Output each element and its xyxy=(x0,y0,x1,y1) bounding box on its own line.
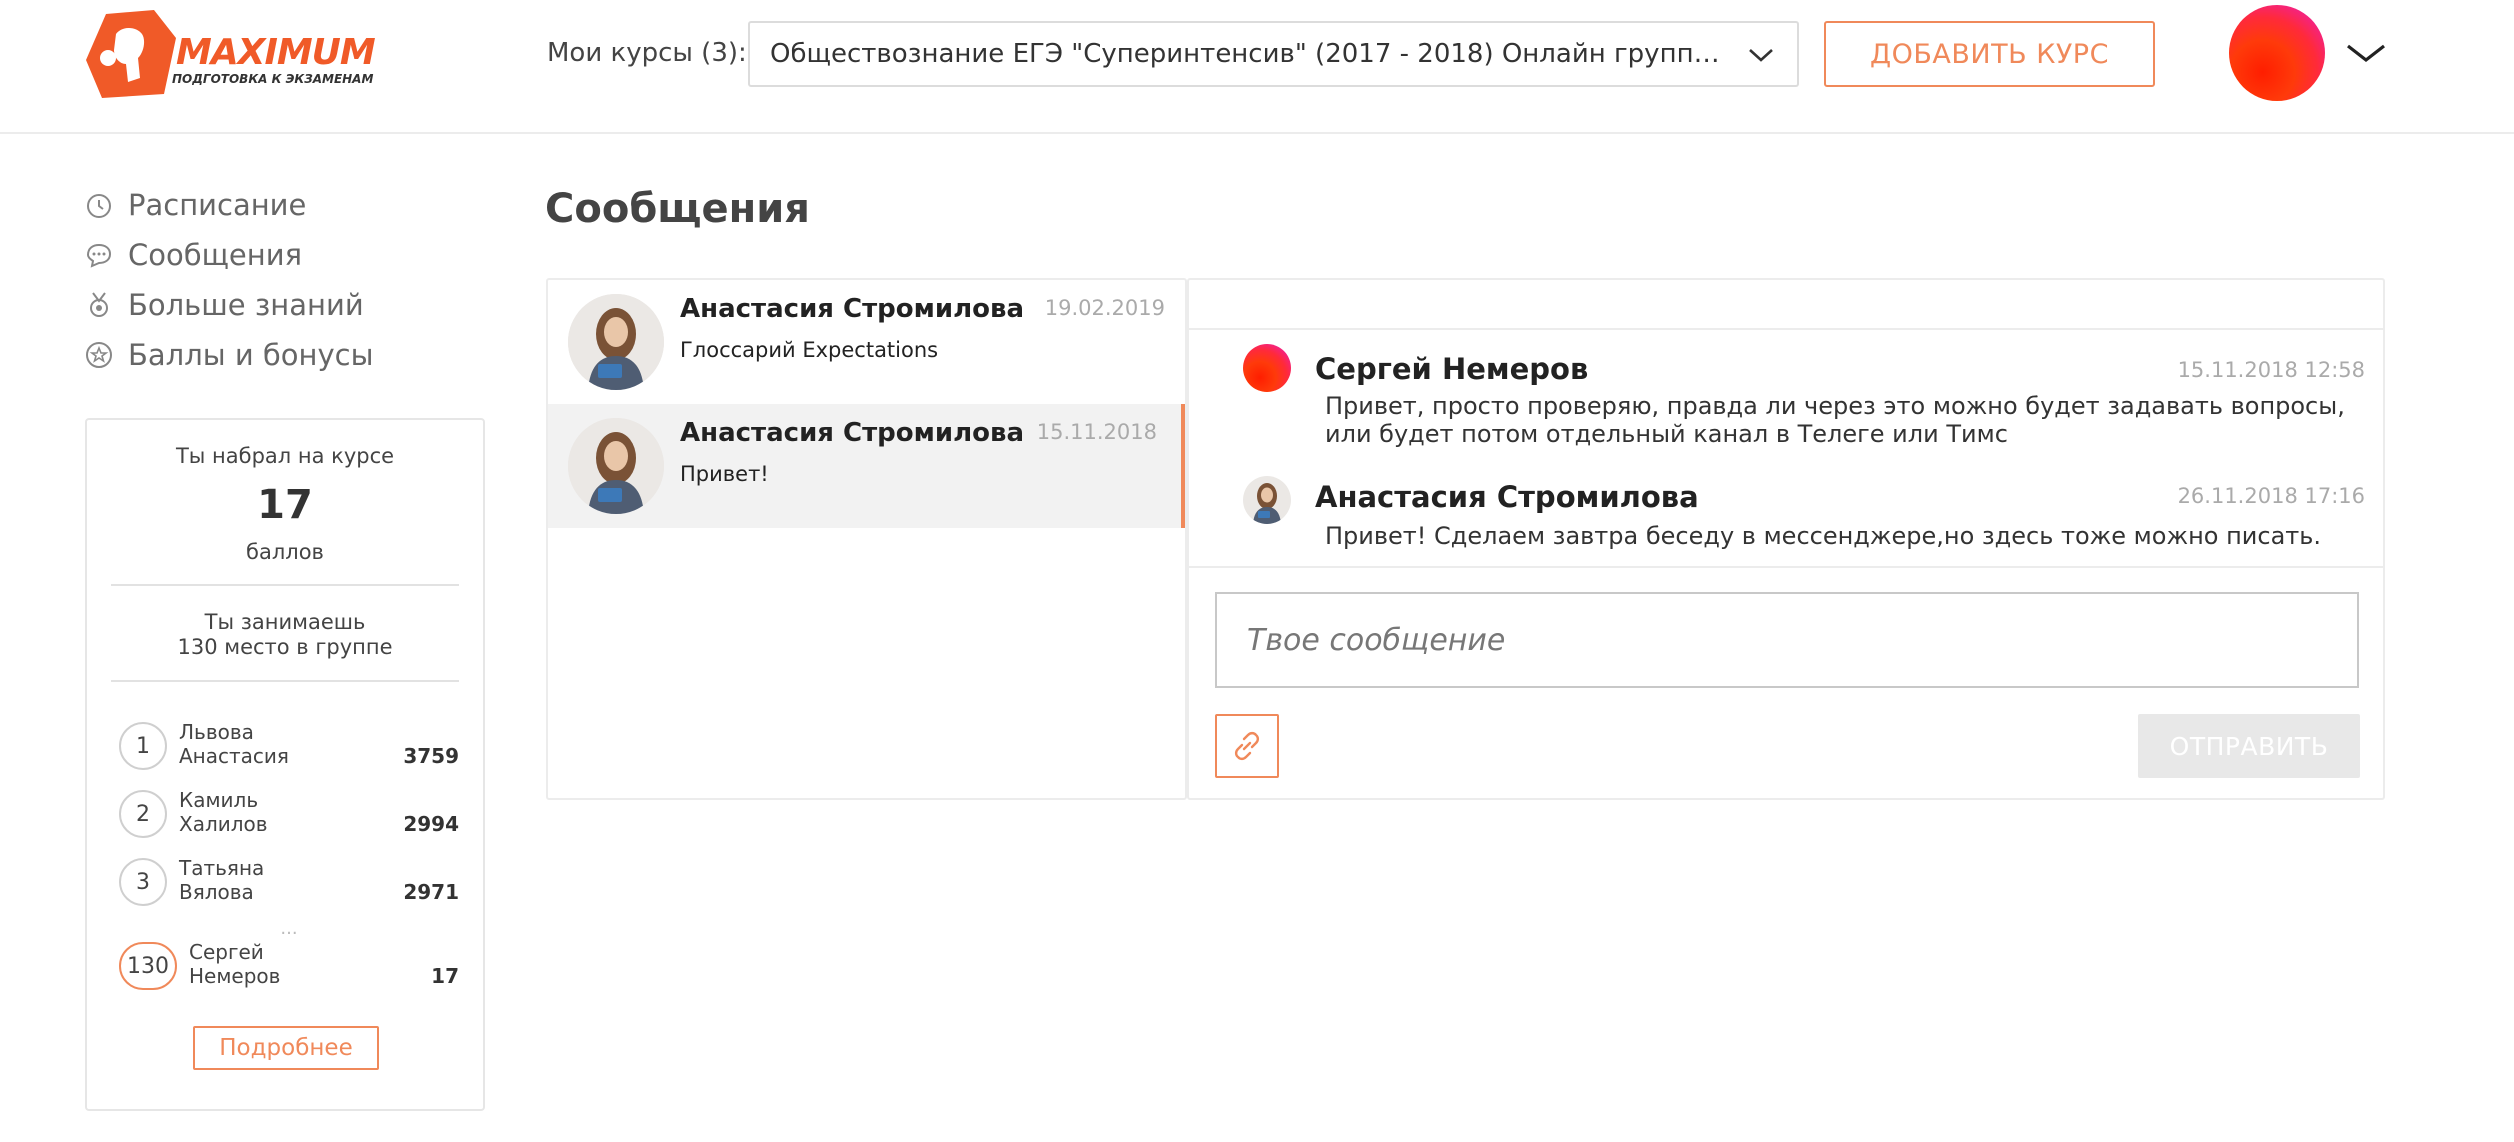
sender-name: Анастасия Стромилова xyxy=(1315,480,1699,514)
sidebar-item-messages[interactable]: Сообщения xyxy=(84,230,374,280)
course-select[interactable]: Обществознание ЕГЭ "Суперинтенсив" (2017… xyxy=(748,21,1799,87)
user-avatar[interactable] xyxy=(2229,5,2325,101)
rank-badge: 1 xyxy=(119,722,167,770)
leaderboard: 1 Львова Анастасия 3759 2 Камиль Халилов 2… xyxy=(119,720,459,1008)
sidebar-item-label: Больше знаний xyxy=(128,288,364,322)
student-points: 3759 xyxy=(403,744,459,768)
message-time: 26.11.2018 17:16 xyxy=(2177,484,2365,508)
add-course-button[interactable]: ДОБАВИТЬ КУРС xyxy=(1824,21,2155,87)
rank-badge: 2 xyxy=(119,790,167,838)
student-name: Львова Анастасия xyxy=(179,720,289,768)
score-caption: Ты набрал на курсе xyxy=(175,444,395,468)
medal-icon xyxy=(90,292,108,317)
conversation-list: Анастасия Стромилова 19.02.2019 Глоссари… xyxy=(546,278,1187,800)
rank-text: Ты занимаешь 130 место в группе xyxy=(87,610,483,660)
student-points: 17 xyxy=(431,964,459,988)
divider xyxy=(111,584,459,586)
send-button[interactable]: ОТПРАВИТЬ xyxy=(2138,714,2360,778)
chat-panel: Сергей Немеров 15.11.2018 12:58 Привет, … xyxy=(1187,278,2385,800)
conversation-date: 15.11.2018 xyxy=(1036,420,1157,444)
leaderboard-row: 1 Львова Анастасия 3759 xyxy=(119,720,459,788)
message-time: 15.11.2018 12:58 xyxy=(2177,358,2365,382)
logo-emblem-icon xyxy=(86,10,176,98)
conversation-preview: Привет! xyxy=(680,462,769,486)
student-points: 2971 xyxy=(403,880,459,904)
conversation-name: Анастасия Стромилова xyxy=(680,418,1025,448)
student-name: Татьяна Вялова xyxy=(179,856,265,904)
leaderboard-row: 3 Татьяна Вялова 2971 xyxy=(119,856,459,924)
chevron-down-icon xyxy=(1749,49,1773,62)
rank-badge: 130 xyxy=(119,942,177,990)
teacher-avatar xyxy=(568,418,664,514)
user-menu-chevron-icon[interactable] xyxy=(2345,38,2387,68)
chat-message: Сергей Немеров 15.11.2018 12:58 Привет, … xyxy=(1189,342,2383,462)
score-points: 17 xyxy=(257,482,313,528)
rank-line: 130 место в группе xyxy=(177,635,393,659)
top-bar: MAXIMUM ПОДГОТОВКА К ЭКЗАМЕНАМ Мои курсы… xyxy=(0,0,2514,134)
link-icon xyxy=(1234,731,1260,761)
conversation-name: Анастасия Стромилова xyxy=(680,294,1025,324)
divider xyxy=(111,680,459,682)
sidebar-item-schedule[interactable]: Расписание xyxy=(84,180,374,230)
details-button[interactable]: Подробнее xyxy=(193,1026,379,1070)
student-name: Камиль Халилов xyxy=(179,788,268,836)
messages-icon xyxy=(86,243,112,268)
maximum-logo[interactable]: MAXIMUM ПОДГОТОВКА К ЭКЗАМЕНАМ xyxy=(84,8,376,100)
sidebar-item-label: Сообщения xyxy=(128,238,303,272)
sidebar-item-label: Расписание xyxy=(128,188,307,222)
rank-line: Ты занимаешь xyxy=(204,610,366,634)
conversation-item-active[interactable]: Анастасия Стромилова 15.11.2018 Привет! xyxy=(548,404,1185,528)
score-unit: баллов xyxy=(246,540,324,564)
sender-avatar xyxy=(1243,344,1291,392)
sender-avatar xyxy=(1243,476,1291,524)
rank-badge: 3 xyxy=(119,858,167,906)
sidebar-item-more-knowledge[interactable]: Больше знаний xyxy=(84,280,374,330)
message-text: Привет! Сделаем завтра беседу в мессендж… xyxy=(1325,522,2322,550)
my-courses-label: Мои курсы (3): xyxy=(547,38,747,68)
attach-button[interactable] xyxy=(1215,714,1279,778)
sidebar-nav: Расписание Сообщения Больше знаний Баллы… xyxy=(84,180,374,380)
logo-wordmark: MAXIMUM xyxy=(176,32,376,73)
page-title: Сообщения xyxy=(545,186,810,232)
leaderboard-row-current-user: 130 Сергей Немеров 17 xyxy=(119,940,459,1008)
course-select-value: Обществознание ЕГЭ "Суперинтенсив" (2017… xyxy=(770,39,1727,69)
logo-tagline: ПОДГОТОВКА К ЭКЗАМЕНАМ xyxy=(172,72,374,86)
message-input[interactable] xyxy=(1247,622,2357,658)
sender-name: Сергей Немеров xyxy=(1315,352,1589,386)
star-badge-icon xyxy=(86,342,112,368)
score-card: Ты набрал на курсе 17 баллов Ты занимаеш… xyxy=(85,418,485,1111)
chat-header xyxy=(1189,280,2383,330)
leaderboard-row: 2 Камиль Халилов 2994 xyxy=(119,788,459,856)
message-text: Привет, просто проверяю, правда ли через… xyxy=(1325,392,2345,448)
sidebar-item-label: Баллы и бонусы xyxy=(128,338,374,372)
message-input-wrapper xyxy=(1215,592,2359,688)
divider xyxy=(1189,566,2383,568)
sidebar-item-points-bonuses[interactable]: Баллы и бонусы xyxy=(84,330,374,380)
chat-message: Анастасия Стромилова 26.11.2018 17:16 Пр… xyxy=(1189,476,2383,566)
teacher-avatar xyxy=(568,294,664,390)
conversation-preview: Глоссарий Expectations xyxy=(680,338,939,362)
student-points: 2994 xyxy=(403,812,459,836)
schedule-icon xyxy=(87,194,111,218)
conversation-date: 19.02.2019 xyxy=(1044,296,1165,320)
student-name: Сергей Немеров xyxy=(189,940,281,988)
conversation-item[interactable]: Анастасия Стромилова 19.02.2019 Глоссари… xyxy=(548,280,1185,404)
leaderboard-ellipsis: ... xyxy=(280,918,298,939)
